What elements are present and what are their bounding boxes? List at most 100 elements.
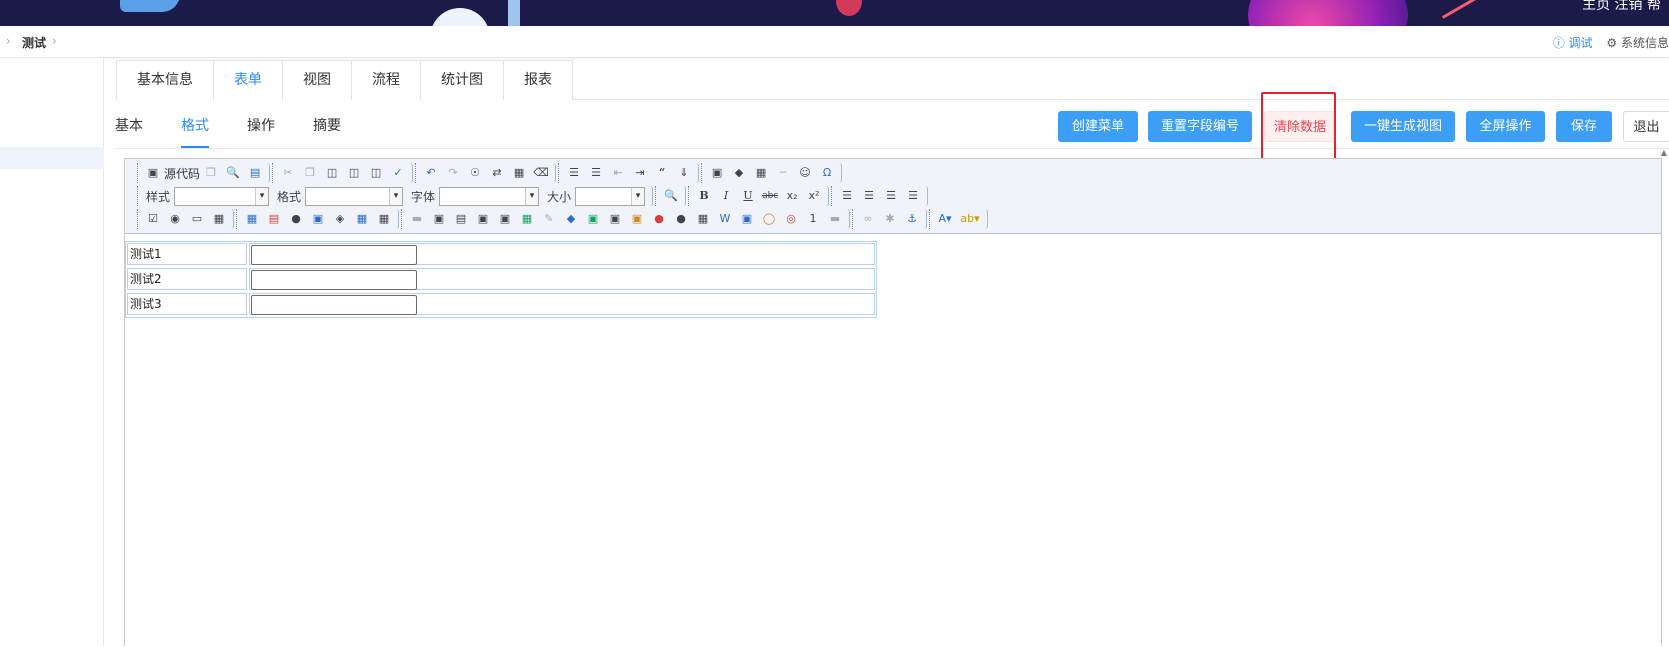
lookup-icon[interactable]: ▣ [431,211,447,227]
word-icon[interactable]: W [717,211,733,227]
replace-icon[interactable]: ⇄ [489,165,505,181]
subtab-basic[interactable]: 基本 [115,112,143,148]
list-control-icon[interactable]: ▦ [244,211,260,227]
query-icon[interactable]: ▣ [497,211,513,227]
show-blocks-icon[interactable]: 🔍 [663,188,679,204]
exit-button[interactable]: 退出 [1623,111,1669,142]
department-icon[interactable]: ▣ [310,211,326,227]
format-select[interactable] [305,186,404,206]
source-code-icon[interactable]: ▣ [145,165,161,181]
special-char-icon[interactable]: Ω [819,165,835,181]
system-info-link[interactable]: ⚙ 系统信息 [1606,36,1669,50]
style-select[interactable] [174,186,270,206]
source-code-label[interactable]: 源代码 [164,165,200,182]
tab-basic-info[interactable]: 基本信息 [116,60,214,100]
text-input[interactable] [251,270,417,290]
background-color-icon[interactable]: ab▾ [959,211,981,227]
subtab-summary[interactable]: 摘要 [313,112,341,148]
table-icon[interactable]: ▦ [753,165,769,181]
paste-text-icon[interactable]: ◫ [346,165,362,181]
debug-link[interactable]: ⓘ 调试 [1553,36,1593,50]
flash-icon[interactable]: ◆ [731,165,747,181]
hidden-field-icon[interactable]: ▬ [409,211,425,227]
save-button[interactable]: 保存 [1556,111,1612,142]
link-control-icon[interactable]: ▣ [739,211,755,227]
indent-icon[interactable]: ⇥ [632,165,648,181]
page-number-icon[interactable]: 1 [805,211,821,227]
redo-icon[interactable]: ↷ [445,165,461,181]
paste-word-icon[interactable]: ◫ [368,165,384,181]
eraser-icon[interactable]: ⌫ [533,165,549,181]
outdent-icon[interactable]: ⇤ [610,165,626,181]
find-icon[interactable]: ☉ [467,165,483,181]
preview-icon[interactable]: 🔍 [225,165,241,181]
textfield-icon[interactable]: ▭ [189,211,205,227]
layers-icon[interactable]: ◆ [563,211,579,227]
templates-icon[interactable]: ❐ [203,165,219,181]
spellcheck-icon[interactable]: ✓ [390,165,406,181]
separator-line-icon[interactable]: ▬ [827,211,843,227]
subscript-icon[interactable]: x₂ [784,188,800,204]
document-icon[interactable]: ▤ [247,165,263,181]
paste-icon[interactable]: ◫ [324,165,340,181]
qrcode-icon[interactable]: ▦ [695,211,711,227]
align-left-icon[interactable]: ☰ [839,188,855,204]
italic-icon[interactable]: I [718,188,734,204]
text-color-icon[interactable]: A▾ [937,211,953,227]
radio-icon[interactable]: ◉ [167,211,183,227]
top-links[interactable]: 主页 注销 帮 [1582,0,1661,14]
link-icon[interactable]: ∞ [860,211,876,227]
color-wheel-icon[interactable]: ◯ [761,211,777,227]
fullscreen-button[interactable]: 全屏操作 [1466,111,1545,142]
strikethrough-icon[interactable]: abc [762,188,778,204]
tab-form[interactable]: 表单 [213,60,283,100]
microphone-icon[interactable]: ● [673,211,689,227]
textarea-icon[interactable]: ▦ [211,211,227,227]
cut-icon[interactable]: ✂ [280,165,296,181]
scroll-up-icon[interactable]: ▲ [1661,148,1667,157]
align-center-icon[interactable]: ☰ [861,188,877,204]
tree-icon[interactable]: ▦ [354,211,370,227]
grid-icon[interactable]: ▦ [376,211,392,227]
editor-canvas[interactable]: 测试1 测试2 测试3 [125,234,1661,647]
select-all-icon[interactable]: ▦ [511,165,527,181]
tab-report[interactable]: 报表 [503,60,573,100]
copy-icon[interactable]: ❐ [302,165,318,181]
tab-view[interactable]: 视图 [282,60,352,100]
text-input[interactable] [251,295,417,315]
bulleted-list-icon[interactable]: ☰ [588,165,604,181]
align-justify-icon[interactable]: ☰ [905,188,921,204]
sidebar-active-item[interactable] [0,147,104,169]
breadcrumb-current[interactable]: 测试 [22,34,46,51]
size-select[interactable] [575,186,646,206]
underline-icon[interactable]: U [740,188,756,204]
pencil-icon[interactable]: ✎ [541,211,557,227]
undo-icon[interactable]: ↶ [423,165,439,181]
font-select[interactable] [439,186,540,206]
align-right-icon[interactable]: ☰ [883,188,899,204]
superscript-icon[interactable]: x² [806,188,822,204]
dictionary-icon[interactable]: ◈ [332,211,348,227]
subtab-format[interactable]: 格式 [181,112,209,148]
list-icon[interactable]: ▦ [519,211,535,227]
create-menu-button[interactable]: 创建菜单 [1058,111,1138,142]
anchor-icon[interactable]: ⚓ [904,211,920,227]
text-input[interactable] [251,245,417,265]
tab-statistics[interactable]: 统计图 [420,60,504,100]
unlink-icon[interactable]: ✱ [882,211,898,227]
user-select-icon[interactable]: ● [288,211,304,227]
camera-icon[interactable]: ▣ [607,211,623,227]
bold-icon[interactable]: B [696,188,712,204]
calendar-icon[interactable]: ▤ [266,211,282,227]
blockquote-icon[interactable]: “ [654,165,670,181]
numbered-list-icon[interactable]: ☰ [566,165,582,181]
reset-field-numbers-button[interactable]: 重置字段编号 [1148,111,1252,142]
generate-view-button[interactable]: 一键生成视图 [1351,111,1455,142]
picture-icon[interactable]: ▣ [585,211,601,227]
div-icon[interactable]: ⇓ [676,165,692,181]
target-icon[interactable]: ◎ [783,211,799,227]
smiley-icon[interactable]: ☺ [797,165,813,181]
code-icon[interactable]: ▣ [475,211,491,227]
checkbox-icon[interactable]: ☑ [145,211,161,227]
subtab-operation[interactable]: 操作 [247,112,275,148]
